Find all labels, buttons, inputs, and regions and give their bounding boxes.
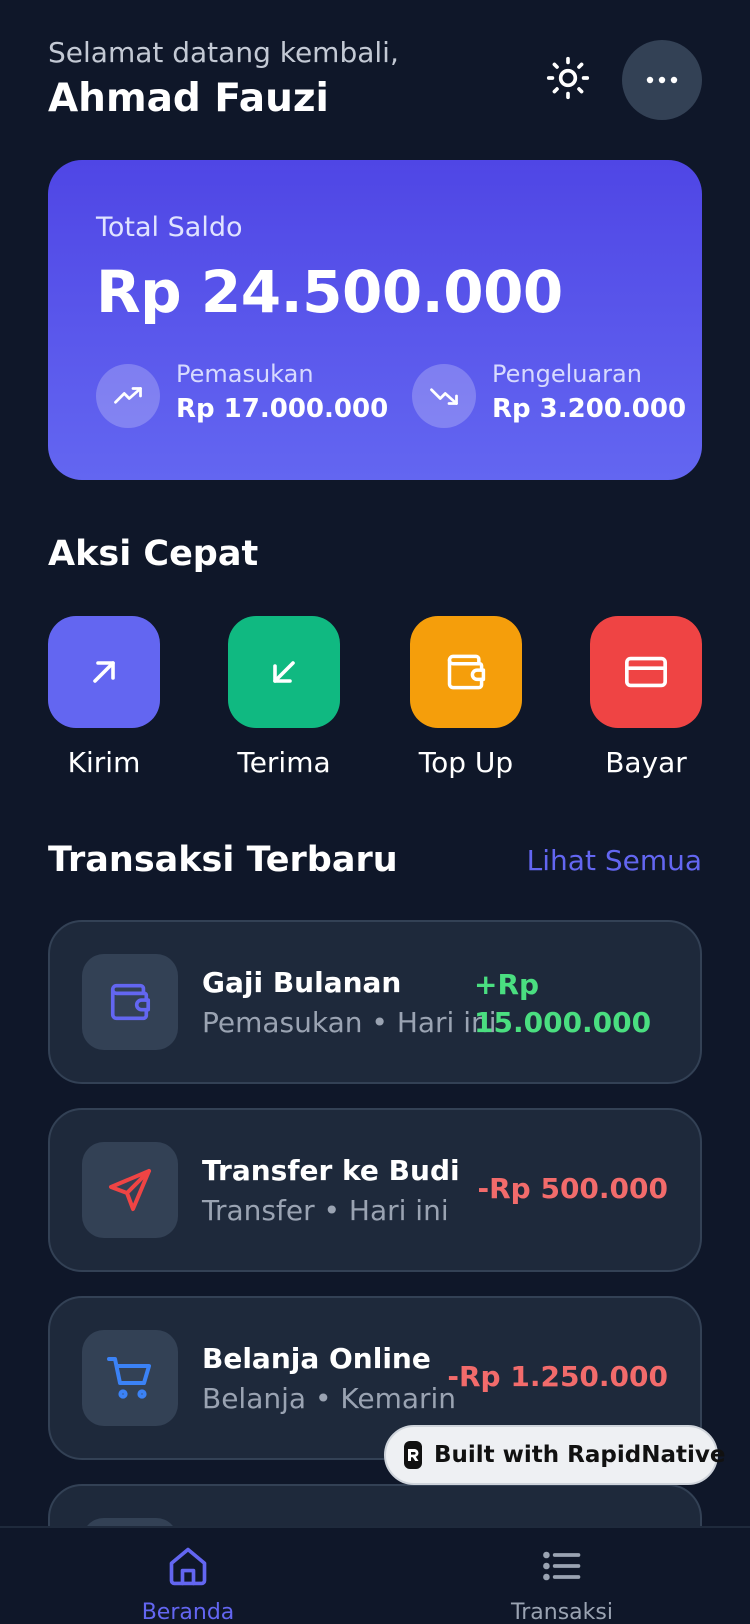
balance-amount: Rp 24.500.000	[96, 258, 563, 326]
quick-action-topup[interactable]: Top Up	[410, 616, 522, 779]
greeting-text: Selamat datang kembali,	[48, 36, 399, 69]
expense-value: Rp 3.200.000	[492, 394, 687, 424]
nav-item-home[interactable]: Beranda	[98, 1540, 278, 1624]
see-all-link[interactable]: Lihat Semua	[527, 844, 702, 877]
transaction-name: Transfer ke Budi	[202, 1154, 460, 1187]
header: Selamat datang kembali, Ahmad Fauzi	[48, 36, 702, 126]
built-with-badge[interactable]: Built with RapidNative	[384, 1425, 725, 1485]
quick-actions-title: Aksi Cepat	[48, 534, 259, 574]
quick-action-label: Top Up	[418, 746, 514, 779]
user-name: Ahmad Fauzi	[48, 76, 329, 121]
quick-action-tile[interactable]	[48, 616, 160, 728]
quick-action-pay[interactable]: Bayar	[590, 616, 702, 779]
badge-text: Built with RapidNative	[434, 1442, 726, 1468]
transaction-meta: Pemasukan • Hari ini	[202, 1006, 497, 1039]
trending-up-icon	[96, 364, 160, 428]
quick-action-label: Kirim	[67, 746, 141, 779]
quick-action-send[interactable]: Kirim	[48, 616, 160, 779]
quick-action-tile[interactable]	[228, 616, 340, 728]
transaction-icon	[82, 954, 178, 1050]
bottom-navigation: Beranda Transaksi	[0, 1526, 750, 1624]
expense-label: Pengeluaran	[492, 360, 642, 388]
balance-card: Total Saldo Rp 24.500.000 Pemasukan Rp 1…	[48, 160, 702, 480]
home-icon	[98, 1540, 278, 1592]
income-value: Rp 17.000.000	[176, 394, 389, 424]
rapidnative-logo-icon	[404, 1441, 422, 1469]
credit-card-icon	[625, 656, 667, 688]
transaction-amount: +Rp 15.000.000	[474, 968, 652, 1039]
nav-label-transactions: Transaksi	[511, 1600, 613, 1624]
more-options-button[interactable]	[622, 40, 702, 120]
income-label: Pemasukan	[176, 360, 314, 388]
theme-toggle-button[interactable]	[544, 54, 592, 102]
wallet-icon	[110, 983, 151, 1021]
shopping-cart-icon	[107, 1357, 151, 1399]
quick-action-tile[interactable]	[590, 616, 702, 728]
app-screen: Selamat datang kembali, Ahmad Fauzi Tota…	[0, 0, 750, 1624]
quick-action-label: Terima	[237, 746, 331, 779]
quick-action-tile[interactable]	[410, 616, 522, 728]
nav-label-home: Beranda	[141, 1600, 235, 1624]
trending-down-icon	[412, 364, 476, 428]
nav-item-transactions[interactable]: Transaksi	[472, 1540, 652, 1624]
sun-icon	[546, 56, 590, 100]
transactions-title: Transaksi Terbaru	[48, 840, 398, 880]
quick-action-label: Bayar	[605, 746, 687, 779]
transaction-name: Belanja Online	[202, 1342, 431, 1375]
send-icon	[109, 1169, 151, 1211]
arrow-up-right-icon	[93, 661, 115, 683]
transaction-amount: -Rp 1.250.000	[447, 1360, 668, 1393]
list-icon	[472, 1540, 652, 1592]
transaction-meta: Transfer • Hari ini	[202, 1194, 449, 1227]
quick-action-receive[interactable]: Terima	[228, 616, 340, 779]
transaction-icon	[82, 1330, 178, 1426]
balance-label: Total Saldo	[96, 212, 243, 243]
arrow-down-left-icon	[273, 661, 295, 683]
more-horizontal-icon	[646, 76, 678, 84]
transaction-amount: -Rp 500.000	[477, 1172, 668, 1205]
transaction-name: Gaji Bulanan	[202, 966, 402, 999]
transaction-item[interactable]: Gaji Bulanan Pemasukan • Hari ini +Rp 15…	[48, 920, 702, 1084]
wallet-icon	[447, 654, 486, 690]
transaction-item[interactable]: Transfer ke Budi Transfer • Hari ini -Rp…	[48, 1108, 702, 1272]
transaction-icon	[82, 1142, 178, 1238]
transaction-meta: Belanja • Kemarin	[202, 1382, 457, 1415]
